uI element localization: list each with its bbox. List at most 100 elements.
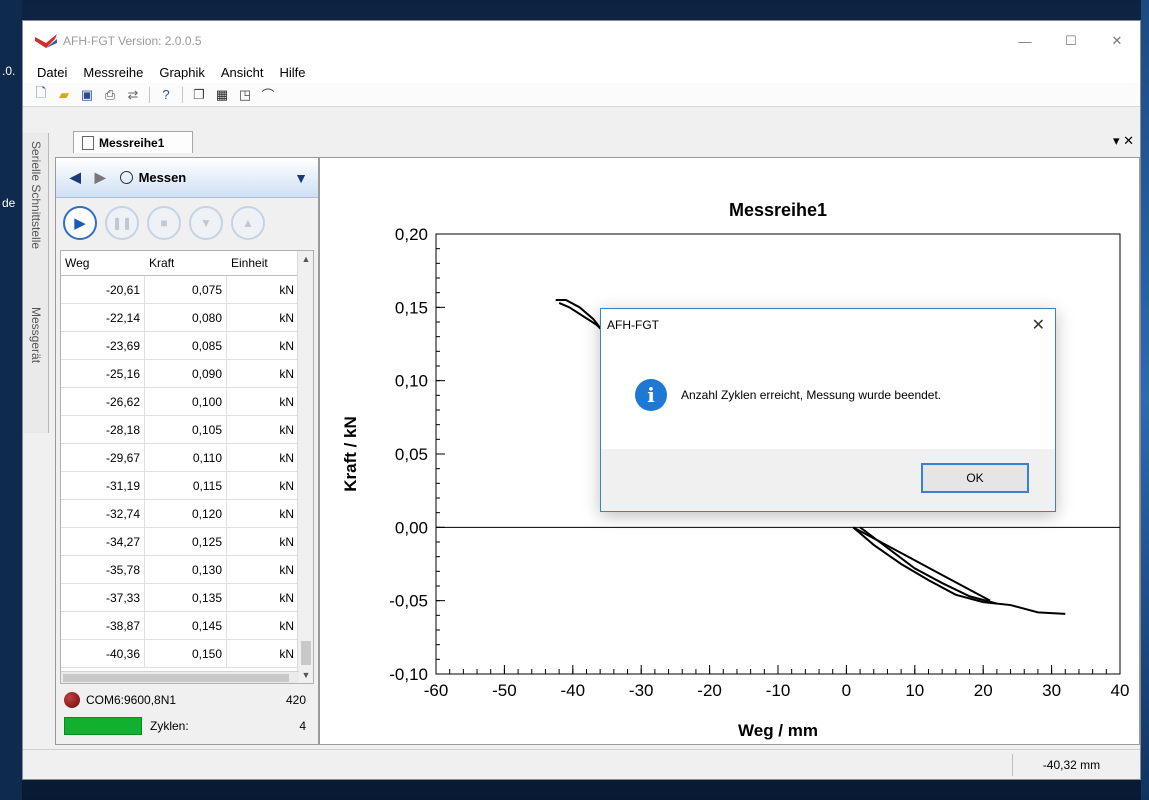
cell-kraft: 0,130	[145, 556, 227, 583]
x-tick-label: 40	[1111, 681, 1130, 700]
dialog-footer: OK	[601, 449, 1055, 511]
nav-dropdown-icon[interactable]: ▼	[294, 170, 308, 186]
cell-einheit: kN	[227, 332, 299, 359]
cell-einheit: kN	[227, 528, 299, 555]
minimize-button[interactable]: —	[1002, 21, 1048, 61]
com-count: 420	[285, 693, 306, 707]
cell-kraft: 0,080	[145, 304, 227, 331]
window-icon[interactable]: ◳	[235, 85, 255, 105]
menu-hilfe[interactable]: Hilfe	[272, 65, 314, 80]
table-row[interactable]: -26,62 0,100 kN	[61, 388, 313, 416]
print-icon[interactable]: ⎙	[100, 85, 120, 105]
tab-controls[interactable]: ▾ ✕	[1113, 133, 1134, 149]
info-dialog: AFH-FGT ✕ i Anzahl Zyklen erreicht, Mess…	[600, 308, 1056, 512]
x-tick-label: 10	[905, 681, 924, 700]
table-row[interactable]: -31,19 0,115 kN	[61, 472, 313, 500]
table-row[interactable]: -40,36 0,150 kN	[61, 640, 313, 668]
cell-kraft: 0,145	[145, 612, 227, 639]
nav-forward-icon[interactable]: ▶	[95, 169, 106, 186]
cell-weg: -40,36	[61, 640, 145, 667]
cell-einheit: kN	[227, 556, 299, 583]
status-bar: -40,32 mm	[23, 749, 1140, 779]
cell-weg: -35,78	[61, 556, 145, 583]
pause-button[interactable]: ❚❚	[105, 206, 139, 240]
cell-weg: -26,62	[61, 388, 145, 415]
help-icon[interactable]: ?	[156, 85, 176, 105]
cell-kraft: 0,075	[145, 276, 227, 303]
table-body: -20,61 0,075 kN -22,14 0,080 kN -23,69 0,085 kN -…	[61, 276, 313, 668]
table-header: Weg Kraft Einheit	[61, 251, 313, 276]
scroll-thumb[interactable]	[301, 641, 311, 665]
up-button[interactable]: ▲	[231, 206, 265, 240]
desktop-strip: .0. de	[0, 0, 22, 800]
vertical-scrollbar[interactable]: ▲ ▼	[297, 251, 313, 683]
connection-led-icon	[64, 692, 80, 708]
table-row[interactable]: -29,67 0,110 kN	[61, 444, 313, 472]
cell-kraft: 0,120	[145, 500, 227, 527]
x-tick-label: -50	[492, 681, 517, 700]
dialog-message: Anzahl Zyklen erreicht, Messung wurde be…	[681, 388, 942, 402]
menu-datei[interactable]: Datei	[29, 65, 75, 80]
menu-messreihe[interactable]: Messreihe	[75, 65, 151, 80]
menu-graphik[interactable]: Graphik	[151, 65, 213, 80]
cell-kraft: 0,090	[145, 360, 227, 387]
maximize-button[interactable]: ☐	[1048, 21, 1094, 61]
table-row[interactable]: -32,74 0,120 kN	[61, 500, 313, 528]
table-row[interactable]: -37,33 0,135 kN	[61, 584, 313, 612]
y-tick-label: -0,05	[389, 592, 428, 611]
tab-label: Messreihe1	[99, 135, 165, 150]
table-icon[interactable]: ▦	[212, 85, 232, 105]
cell-weg: -20,61	[61, 276, 145, 303]
column-header-einheit[interactable]: Einheit	[227, 251, 299, 275]
ok-button[interactable]: OK	[921, 463, 1029, 493]
toolbar-separator	[149, 86, 150, 103]
copy-icon[interactable]: ❐	[189, 85, 209, 105]
cell-kraft: 0,125	[145, 528, 227, 555]
x-tick-label: -30	[629, 681, 654, 700]
info-icon: i	[635, 379, 667, 411]
table-row[interactable]: -35,78 0,130 kN	[61, 556, 313, 584]
connect-icon[interactable]: ⇄	[123, 85, 143, 105]
scroll-down-icon[interactable]: ▼	[298, 667, 313, 683]
column-header-weg[interactable]: Weg	[61, 251, 145, 275]
new-icon[interactable]: 🗋	[31, 85, 51, 105]
cell-einheit: kN	[227, 276, 299, 303]
x-axis-label: Weg / mm	[738, 721, 818, 740]
close-button[interactable]: ✕	[1094, 21, 1140, 61]
document-icon	[82, 135, 94, 150]
open-icon[interactable]: ▰	[54, 85, 74, 105]
x-tick-label: 30	[1042, 681, 1061, 700]
column-header-kraft[interactable]: Kraft	[145, 251, 227, 275]
com-status: COM6:9600,8N1 420	[60, 688, 314, 712]
play-button[interactable]: ▶	[63, 206, 97, 240]
chart-icon[interactable]: ⌒	[258, 85, 278, 105]
cell-kraft: 0,150	[145, 640, 227, 667]
dialog-close-icon[interactable]: ✕	[1032, 315, 1045, 335]
scroll-up-icon[interactable]: ▲	[298, 251, 313, 267]
cell-weg: -31,19	[61, 472, 145, 499]
nav-back-icon[interactable]: ◀	[70, 169, 81, 186]
hscroll-thumb[interactable]	[63, 674, 289, 682]
tab-messreihe1[interactable]: Messreihe1	[73, 131, 193, 153]
table-row[interactable]: -25,16 0,090 kN	[61, 360, 313, 388]
stop-icon: ■	[160, 216, 168, 230]
stop-button[interactable]: ■	[147, 206, 181, 240]
cell-einheit: kN	[227, 360, 299, 387]
zyklen-count: 4	[299, 719, 306, 733]
toolbar: 🗋 ▰ ▣ ⎙ ⇄ ? ❐ ▦ ◳ ⌒	[23, 83, 1140, 107]
menu-bar: Datei Messreihe Graphik Ansicht Hilfe	[23, 61, 1140, 83]
down-button[interactable]: ▼	[189, 206, 223, 240]
table-row[interactable]: -38,87 0,145 kN	[61, 612, 313, 640]
menu-ansicht[interactable]: Ansicht	[213, 65, 272, 80]
table-row[interactable]: -28,18 0,105 kN	[61, 416, 313, 444]
horizontal-scrollbar[interactable]	[61, 671, 299, 683]
save-icon[interactable]: ▣	[77, 85, 97, 105]
table-row[interactable]: -22,14 0,080 kN	[61, 304, 313, 332]
table-row[interactable]: -34,27 0,125 kN	[61, 528, 313, 556]
table-row[interactable]: -20,61 0,075 kN	[61, 276, 313, 304]
cell-weg: -34,27	[61, 528, 145, 555]
sidetab-serielle-schnittstelle[interactable]: Serielle Schnittstelle	[25, 137, 47, 287]
cell-einheit: kN	[227, 472, 299, 499]
sidetab-messgeraet[interactable]: Messgerät	[25, 303, 47, 413]
table-row[interactable]: -23,69 0,085 kN	[61, 332, 313, 360]
